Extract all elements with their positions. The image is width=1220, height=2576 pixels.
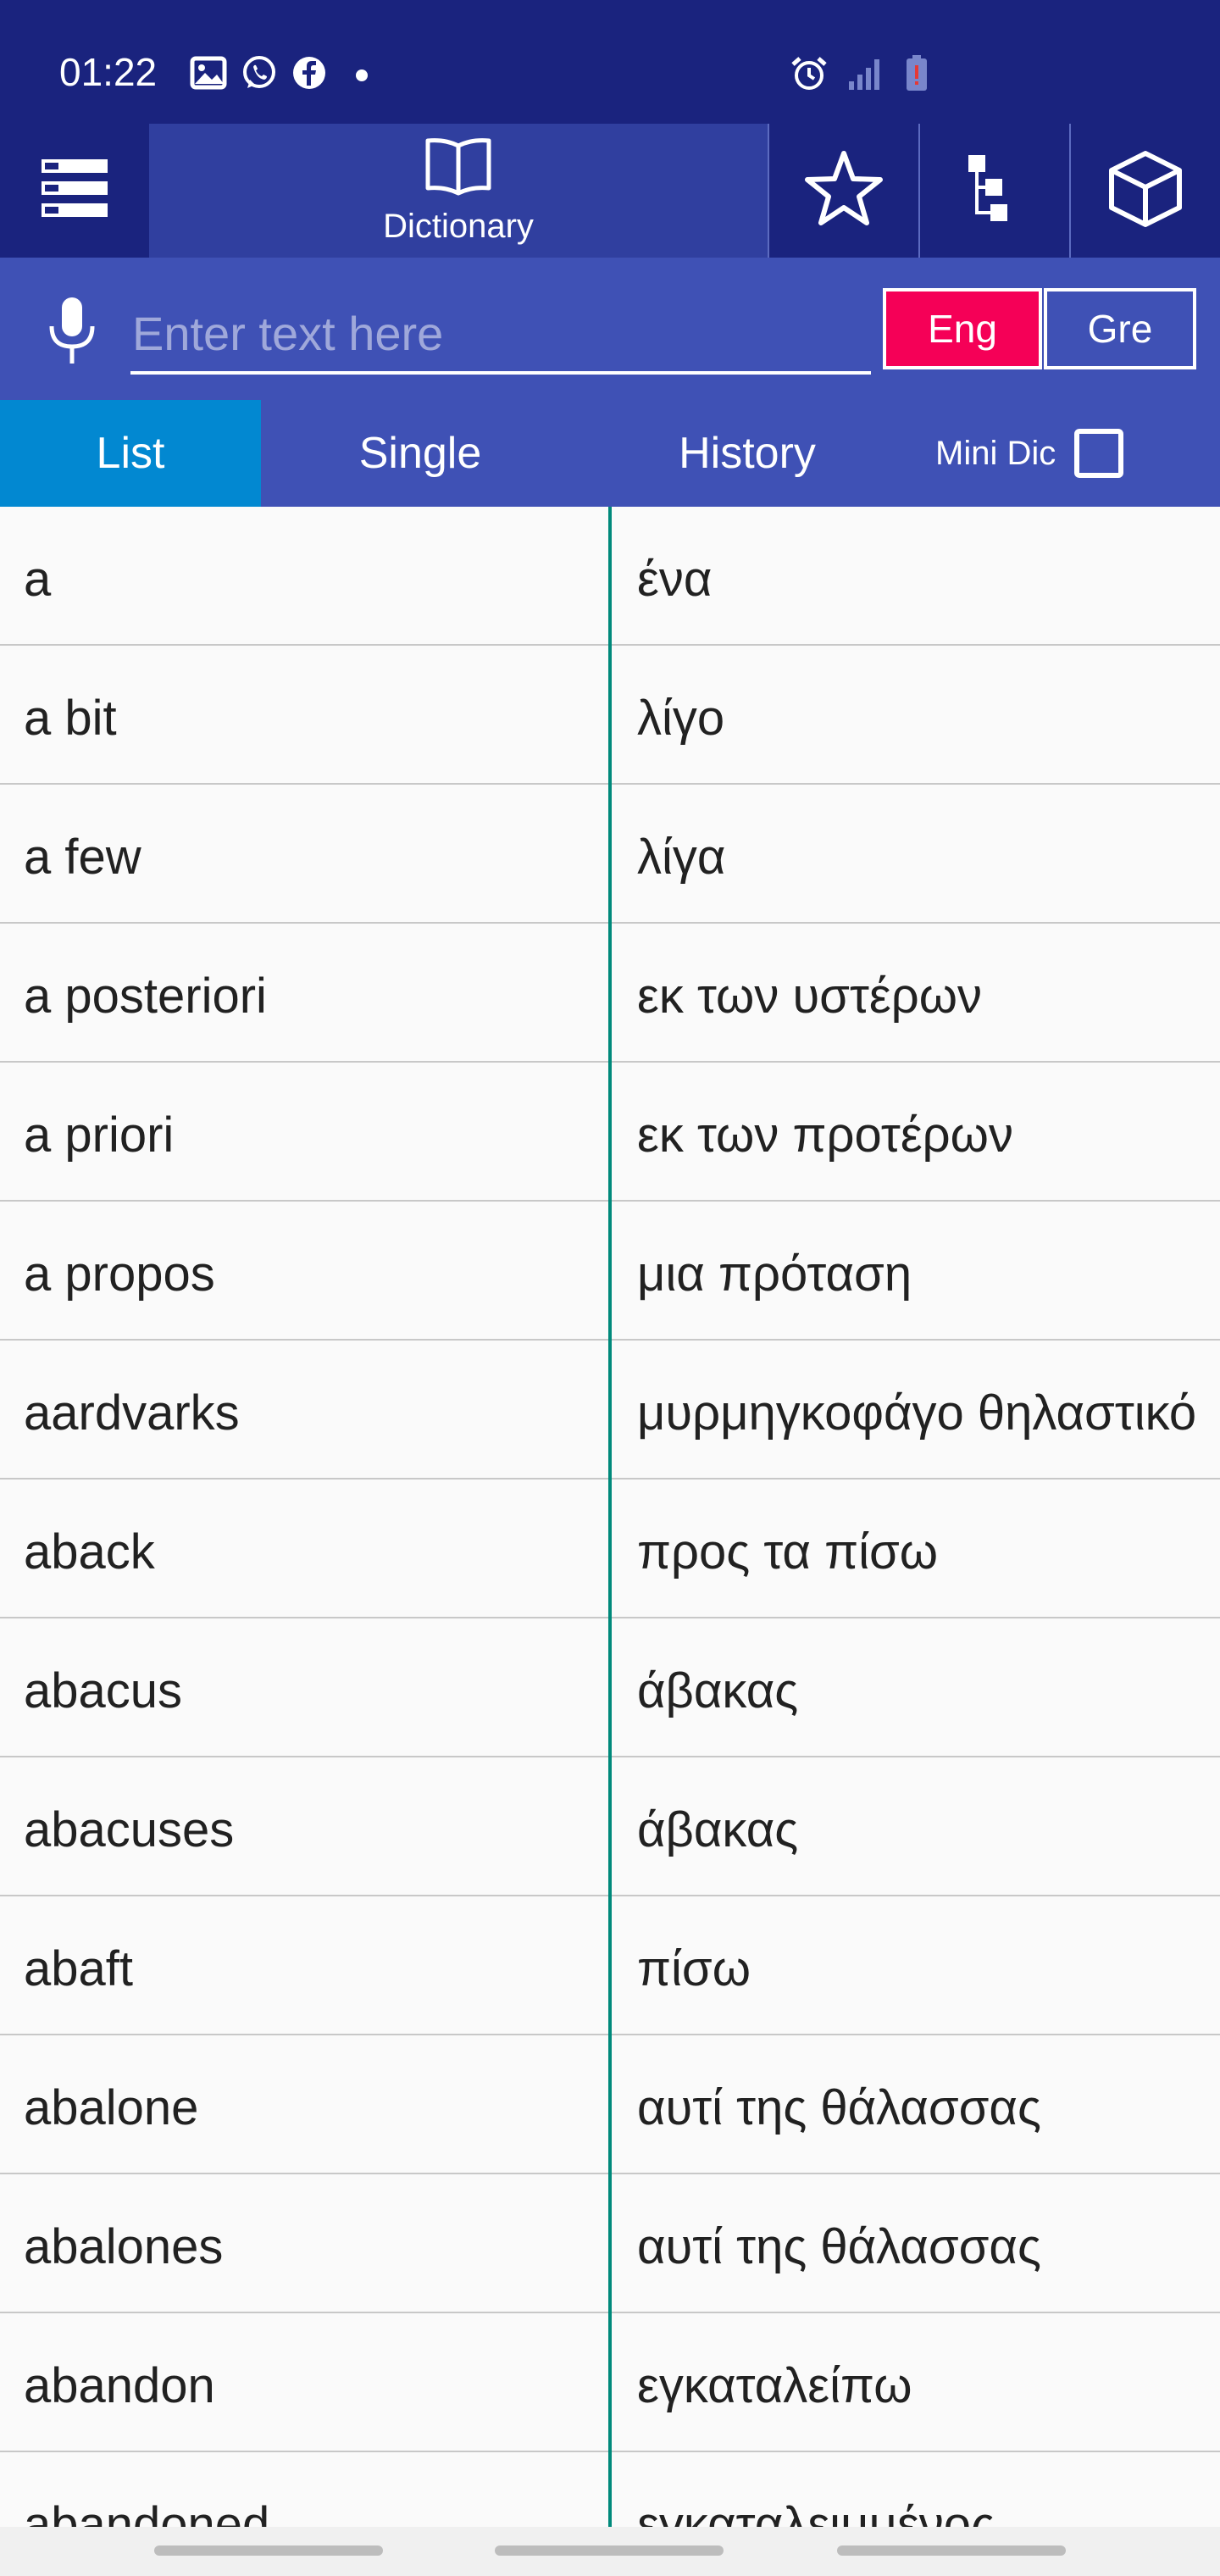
nav-home-handle[interactable]	[495, 2545, 724, 2556]
greek-translation: εκ των υστέρων	[637, 969, 983, 1024]
greek-translation: λίγα	[637, 830, 726, 885]
signal-icon	[847, 56, 886, 96]
book-icon	[423, 136, 494, 201]
tab-list[interactable]: List	[0, 400, 261, 507]
english-word: aardvarks	[24, 1385, 240, 1441]
gallery-icon	[190, 56, 227, 94]
tree-icon	[965, 152, 1024, 230]
whatsapp-icon	[241, 54, 278, 96]
dictionary-tab[interactable]: Dictionary	[149, 124, 768, 258]
tree-button[interactable]	[920, 124, 1069, 258]
greek-translation: πίσω	[637, 1941, 751, 1996]
voice-search-button[interactable]	[34, 295, 110, 371]
english-word: abacus	[24, 1663, 183, 1718]
search-input[interactable]	[130, 295, 871, 375]
view-tabs: List Single History Mini Dic	[0, 400, 1220, 507]
english-word: abalone	[24, 2080, 199, 2135]
greek-translation: μυρμηγκοφάγο θηλαστικό	[637, 1385, 1197, 1441]
mini-dic-checkbox[interactable]	[1074, 429, 1124, 478]
nav-recents-handle[interactable]	[154, 2545, 383, 2556]
lang-gre-button[interactable]: Gre	[1044, 288, 1196, 369]
greek-translation: προς τα πίσω	[637, 1524, 939, 1579]
greek-translation: αυτί της θάλασσας	[637, 2219, 1041, 2274]
search-bar: Eng Gre	[0, 258, 1220, 400]
status-time: 01:22	[59, 50, 158, 94]
greek-translation: αυτί της θάλασσας	[637, 2080, 1041, 2135]
alarm-icon	[790, 54, 829, 97]
status-system-icons	[790, 54, 929, 97]
star-icon	[803, 150, 884, 232]
greek-translation: εκ των προτέρων	[637, 1108, 1013, 1163]
microphone-icon	[46, 296, 98, 371]
greek-translation: εγκαταλειμμένος	[637, 2497, 995, 2527]
status-bar: 01:22	[0, 0, 1220, 124]
greek-translation: άβακας	[637, 1802, 799, 1857]
english-word: a few	[24, 830, 141, 885]
tab-single[interactable]: Single	[261, 400, 580, 507]
greek-translation: λίγο	[637, 691, 725, 746]
dot-icon	[356, 69, 368, 81]
english-word: a bit	[24, 691, 117, 746]
english-word: aback	[24, 1524, 155, 1579]
column-divider	[608, 507, 612, 2527]
english-word: abalones	[24, 2219, 224, 2274]
mini-dic-toggle[interactable]: Mini Dic	[935, 400, 1124, 507]
system-nav-bar	[0, 2527, 1220, 2576]
tab-history[interactable]: History	[580, 400, 915, 507]
greek-translation: άβακας	[637, 1663, 799, 1718]
dictionary-list[interactable]: a ένα a bit λίγο a few λίγα a posteriori εκ των…	[0, 507, 1220, 2527]
menu-icon	[40, 158, 109, 225]
cube-icon	[1105, 148, 1186, 234]
greek-translation: ένα	[637, 552, 713, 607]
nav-back-handle[interactable]	[837, 2545, 1066, 2556]
menu-button[interactable]	[0, 124, 149, 258]
mini-dic-label: Mini Dic	[935, 434, 1056, 472]
english-word: abaft	[24, 1941, 133, 1996]
english-word: abandon	[24, 2358, 215, 2413]
cube-button[interactable]	[1071, 124, 1220, 258]
battery-low-icon	[905, 55, 929, 97]
english-word: a priori	[24, 1108, 175, 1163]
english-word: a propos	[24, 1246, 215, 1302]
lang-eng-button[interactable]: Eng	[883, 288, 1042, 369]
english-word: a	[24, 552, 52, 607]
dictionary-tab-label: Dictionary	[383, 208, 534, 245]
facebook-icon	[291, 55, 327, 95]
top-toolbar: Dictionary	[0, 124, 1220, 258]
greek-translation: μια πρόταση	[637, 1246, 912, 1302]
english-word: abandoned	[24, 2497, 270, 2527]
english-word: abacuses	[24, 1802, 235, 1857]
favorites-button[interactable]	[769, 124, 918, 258]
english-word: a posteriori	[24, 969, 267, 1024]
status-notification-icons	[190, 54, 368, 96]
greek-translation: εγκαταλείπω	[637, 2358, 912, 2413]
